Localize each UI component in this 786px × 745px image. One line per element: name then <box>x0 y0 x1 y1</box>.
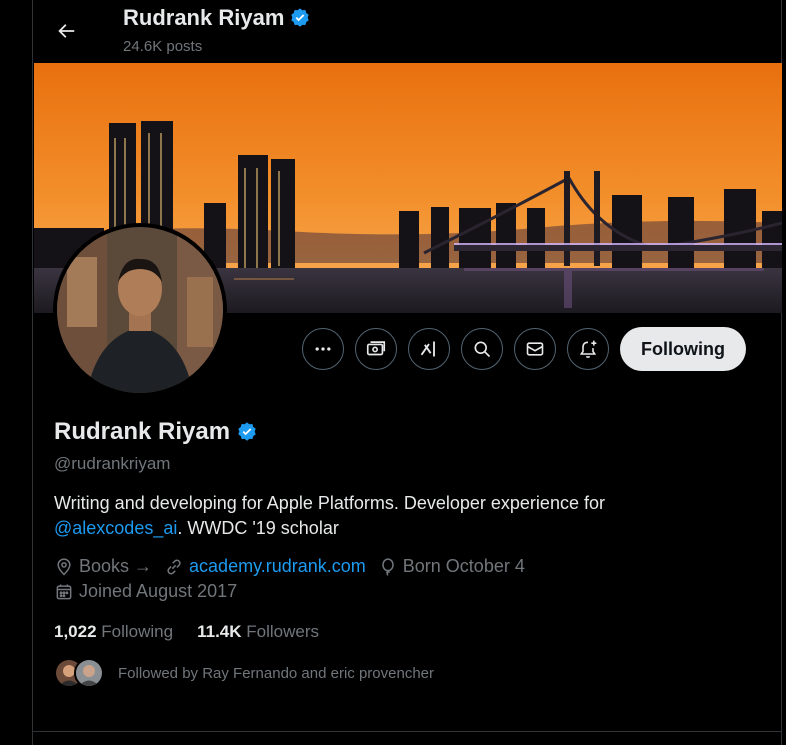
bio-mention-link[interactable]: @alexcodes_ai <box>54 518 177 538</box>
location-text: Books → <box>79 556 153 576</box>
header-title: Rudrank Riyam <box>123 5 311 31</box>
more-icon <box>315 347 331 351</box>
followed-by-row[interactable]: Followed by Ray Fernando and eric proven… <box>54 658 434 688</box>
following-stat[interactable]: 1,022 Following <box>54 622 173 642</box>
grok-button[interactable] <box>408 328 450 370</box>
mail-icon <box>526 342 544 356</box>
divider <box>33 731 781 732</box>
profile-avatar[interactable] <box>53 223 227 397</box>
joined-text: Joined August 2017 <box>79 581 238 601</box>
post-count: 24.6K posts <box>123 38 203 55</box>
top-bar: Rudrank Riyam 24.6K posts <box>33 0 781 63</box>
followers-stat[interactable]: 11.4K Followers <box>197 622 319 642</box>
calendar-icon <box>56 584 72 599</box>
link-icon <box>167 559 181 574</box>
location-pin-icon <box>57 557 71 576</box>
message-button[interactable] <box>514 328 556 370</box>
arrow-left-icon <box>58 24 75 38</box>
birthday-text: Born October 4 <box>402 556 525 576</box>
balloon-icon <box>382 557 394 576</box>
tips-button[interactable] <box>355 328 397 370</box>
joined-item: Joined August 2017 <box>54 581 237 602</box>
avatar-photo <box>57 227 223 393</box>
bio-text: Writing and developing for Apple Platfor… <box>54 493 605 513</box>
notify-button[interactable] <box>567 328 609 370</box>
bell-plus-icon <box>579 340 597 358</box>
money-icon <box>366 341 386 356</box>
grok-icon <box>420 341 435 357</box>
website-item: academy.rudrank.com <box>164 556 366 577</box>
back-button[interactable] <box>53 18 79 44</box>
profile-name: Rudrank Riyam <box>54 418 258 446</box>
location-item: Books → <box>54 556 152 577</box>
birthday-item: Born October 4 <box>378 556 525 577</box>
followers-count: 11.4K <box>197 622 242 641</box>
bio-text-rest: . WWDC '19 scholar <box>177 518 339 538</box>
search-icon <box>474 341 491 358</box>
profile-meta-row: Books → academy.rudrank.com Born October… <box>54 556 537 577</box>
follow-stats: 1,022 Following 11.4K Followers <box>54 622 319 642</box>
followed-by-text: Followed by Ray Fernando and eric proven… <box>118 664 435 682</box>
verified-badge-icon <box>291 8 310 27</box>
profile-handle: @rudrankriyam <box>54 454 171 473</box>
profile-display-name: Rudrank Riyam <box>54 418 231 445</box>
profile-column: Rudrank Riyam 24.6K posts Following Rudr… <box>32 0 782 745</box>
follower-avatar <box>74 658 104 688</box>
profile-bio: Writing and developing for Apple Platfor… <box>54 491 734 541</box>
followers-label: Followers <box>246 622 320 641</box>
profile-actions: Following <box>302 327 746 371</box>
following-count: 1,022 <box>54 622 97 641</box>
following-label: Following <box>101 622 174 641</box>
profile-meta-row-joined: Joined August 2017 <box>54 581 249 602</box>
following-button[interactable]: Following <box>620 327 746 371</box>
verified-badge-icon[interactable] <box>236 421 258 443</box>
more-button[interactable] <box>302 328 344 370</box>
website-link[interactable]: academy.rudrank.com <box>189 556 366 577</box>
search-button[interactable] <box>461 328 503 370</box>
followed-by-avatars <box>54 658 104 688</box>
header-name: Rudrank Riyam <box>123 5 285 30</box>
